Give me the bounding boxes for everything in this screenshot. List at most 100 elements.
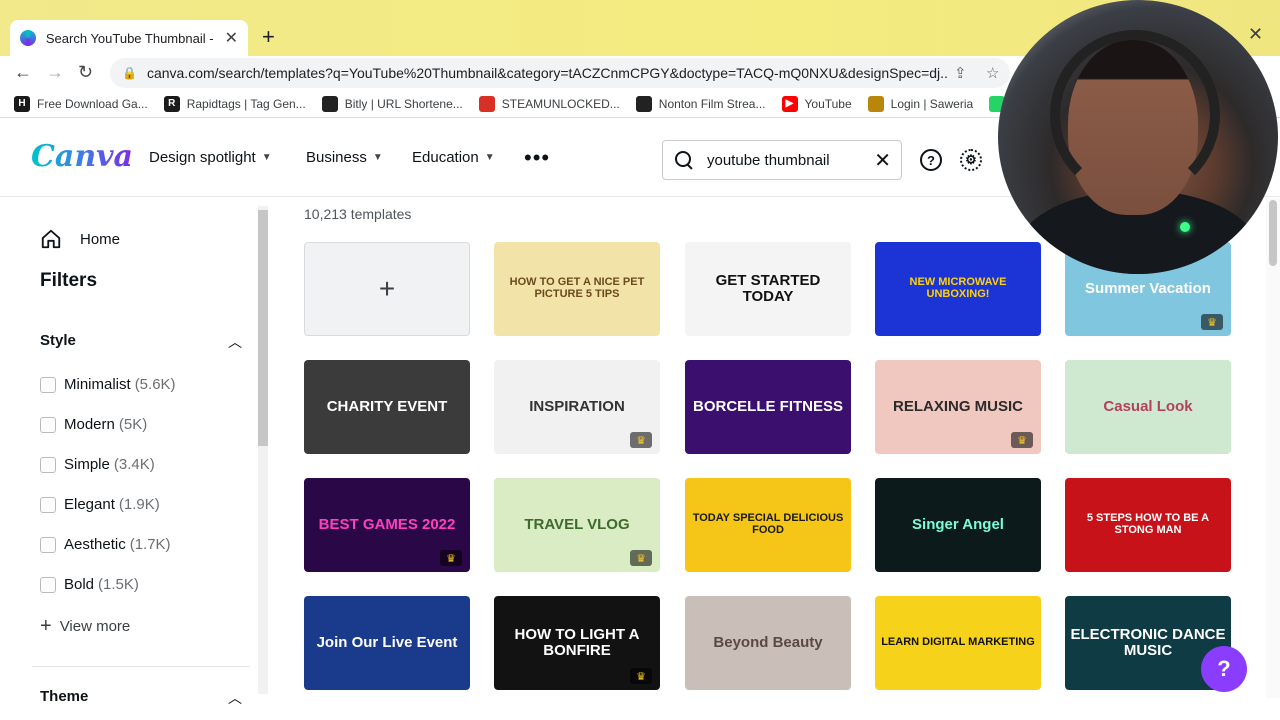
filter-label: Bold: [64, 576, 95, 593]
create-blank-tile[interactable]: +: [304, 242, 470, 336]
template-thumbnail[interactable]: Casual Look: [1065, 360, 1231, 454]
template-thumbnail[interactable]: HOW TO GET A NICE PET PICTURE 5 TIPS: [494, 242, 660, 336]
share-icon[interactable]: ⇪: [954, 64, 967, 82]
premium-crown-icon: ♛: [630, 668, 652, 684]
filter-count: (5.6K): [134, 376, 176, 393]
template-thumbnail[interactable]: HOW TO LIGHT A BONFIRE ♛: [494, 596, 660, 690]
search-query: youtube thumbnail: [707, 151, 830, 169]
template-title: BORCELLE FITNESS: [692, 398, 843, 416]
filter-count: (5K): [118, 416, 148, 433]
bookmark-item[interactable]: R Rapidtags | Tag Gen...: [163, 95, 306, 112]
gear-icon[interactable]: ⚙: [960, 149, 982, 171]
template-thumbnail[interactable]: TRAVEL VLOG ♛: [494, 478, 660, 572]
bookmark-item[interactable]: ▶ YouTube: [781, 95, 852, 112]
template-title: NEW MICROWAVE UNBOXING!: [909, 276, 1007, 300]
template-title: GET STARTED TODAY: [715, 272, 821, 305]
premium-crown-icon: ♛: [630, 550, 652, 566]
template-thumbnail[interactable]: Singer Angel: [875, 478, 1041, 572]
chevron-up-icon[interactable]: ︿: [228, 688, 242, 708]
search-input[interactable]: youtube thumbnail ✕: [662, 140, 902, 180]
template-title: Summer Vacation: [1085, 280, 1211, 298]
bookmark-item[interactable]: STEAMUNLOCKED...: [478, 95, 620, 112]
help-circle-icon[interactable]: ?: [920, 149, 942, 171]
canva-favicon-icon: [20, 30, 36, 46]
bookmark-label: Nonton Film Strea...: [658, 96, 766, 111]
bookmark-label: Rapidtags | Tag Gen...: [186, 96, 306, 111]
view-more-button[interactable]: + View more: [40, 615, 130, 638]
template-thumbnail[interactable]: Join Our Live Event: [304, 596, 470, 690]
style-filter-option[interactable]: Elegant (1.9K): [40, 496, 160, 513]
template-thumbnail[interactable]: CHARITY EVENT: [304, 360, 470, 454]
filter-count: (3.4K): [113, 456, 155, 473]
bookmark-label: STEAMUNLOCKED...: [501, 96, 620, 111]
reload-icon[interactable]: ↻: [78, 62, 93, 83]
more-menu-icon[interactable]: •••: [524, 145, 550, 171]
template-title: TODAY SPECIAL DELICIOUS FOOD: [692, 512, 844, 536]
template-thumbnail[interactable]: LEARN DIGITAL MARKETING: [875, 596, 1041, 690]
home-label: Home: [80, 230, 121, 248]
nav-label: Business: [306, 149, 367, 166]
new-tab-icon[interactable]: +: [262, 26, 275, 48]
close-window-icon[interactable]: ✕: [1248, 24, 1263, 45]
sidebar-scrollbar[interactable]: [258, 206, 268, 694]
style-filter-option[interactable]: Minimalist (5.6K): [40, 376, 176, 393]
nav-design-spotlight[interactable]: Design spotlight ▼: [149, 149, 272, 166]
template-thumbnail[interactable]: TODAY SPECIAL DELICIOUS FOOD: [685, 478, 851, 572]
nav-education[interactable]: Education ▼: [412, 149, 495, 166]
filter-count: (1.7K): [129, 536, 171, 553]
style-section-title[interactable]: Style: [40, 332, 76, 349]
filters-sidebar: Home Filters Style ︿ Minimalist (5.6K) Mod…: [0, 198, 272, 720]
bookmark-item[interactable]: H Free Download Ga...: [14, 95, 148, 112]
search-icon: [675, 151, 693, 169]
url-field[interactable]: 🔒 canva.com/search/templates?q=YouTube%2…: [110, 58, 1010, 88]
template-thumbnail[interactable]: Beyond Beauty: [685, 596, 851, 690]
premium-crown-icon: ♛: [1011, 432, 1033, 448]
style-filter-option[interactable]: Aesthetic (1.7K): [40, 536, 171, 553]
headphones-icon: [1050, 30, 1220, 200]
bookmark-item[interactable]: Nonton Film Strea...: [635, 95, 766, 112]
nav-business[interactable]: Business ▼: [306, 149, 383, 166]
webcam-overlay: [998, 0, 1278, 274]
bookmark-item[interactable]: Bitly | URL Shortene...: [321, 95, 463, 112]
help-button[interactable]: ?: [1201, 646, 1247, 692]
template-count: 10,213 templates: [304, 206, 412, 222]
checkbox[interactable]: [40, 536, 56, 553]
chevron-down-icon: ▼: [372, 152, 383, 163]
back-icon[interactable]: ←: [14, 62, 32, 83]
template-thumbnail[interactable]: INSPIRATION ♛: [494, 360, 660, 454]
forward-icon[interactable]: →: [46, 62, 64, 83]
checkbox[interactable]: [40, 456, 56, 473]
premium-crown-icon: ♛: [440, 550, 462, 566]
page-scrollbar[interactable]: [1266, 198, 1280, 698]
style-filter-option[interactable]: Bold (1.5K): [40, 576, 139, 593]
template-thumbnail[interactable]: BORCELLE FITNESS: [685, 360, 851, 454]
filter-label: Minimalist: [64, 376, 131, 393]
bookmark-item[interactable]: Login | Saweria: [867, 95, 973, 112]
template-thumbnail[interactable]: RELAXING MUSIC ♛: [875, 360, 1041, 454]
style-filter-option[interactable]: Simple (3.4K): [40, 456, 155, 473]
browser-tab[interactable]: Search YouTube Thumbnail - Canva ✕: [10, 20, 248, 56]
checkbox[interactable]: [40, 376, 56, 393]
checkbox[interactable]: [40, 416, 56, 433]
scrollbar-thumb[interactable]: [1269, 200, 1277, 266]
saweria-icon: [867, 95, 884, 112]
url-text: canva.com/search/templates?q=YouTube%20T…: [146, 65, 947, 81]
scrollbar-thumb[interactable]: [258, 210, 268, 446]
clear-search-icon[interactable]: ✕: [874, 148, 891, 173]
checkbox[interactable]: [40, 576, 56, 593]
close-tab-icon[interactable]: ✕: [225, 28, 238, 48]
chevron-up-icon[interactable]: ︿: [228, 332, 242, 352]
template-thumbnail[interactable]: NEW MICROWAVE UNBOXING!: [875, 242, 1041, 336]
canva-logo[interactable]: Canva: [31, 139, 133, 174]
template-title: LEARN DIGITAL MARKETING: [881, 636, 1035, 649]
template-title: Beyond Beauty: [713, 634, 823, 652]
checkbox[interactable]: [40, 496, 56, 513]
headset-mic-icon: [1180, 222, 1190, 232]
bookmark-star-icon[interactable]: ☆: [986, 64, 999, 82]
theme-section-title[interactable]: Theme: [40, 688, 88, 705]
template-thumbnail[interactable]: 5 STEPS HOW TO BE A STONG MAN: [1065, 478, 1231, 572]
style-filter-option[interactable]: Modern (5K): [40, 416, 147, 433]
sidebar-home[interactable]: Home: [40, 228, 120, 250]
template-thumbnail[interactable]: GET STARTED TODAY: [685, 242, 851, 336]
template-thumbnail[interactable]: BEST GAMES 2022 ♛: [304, 478, 470, 572]
